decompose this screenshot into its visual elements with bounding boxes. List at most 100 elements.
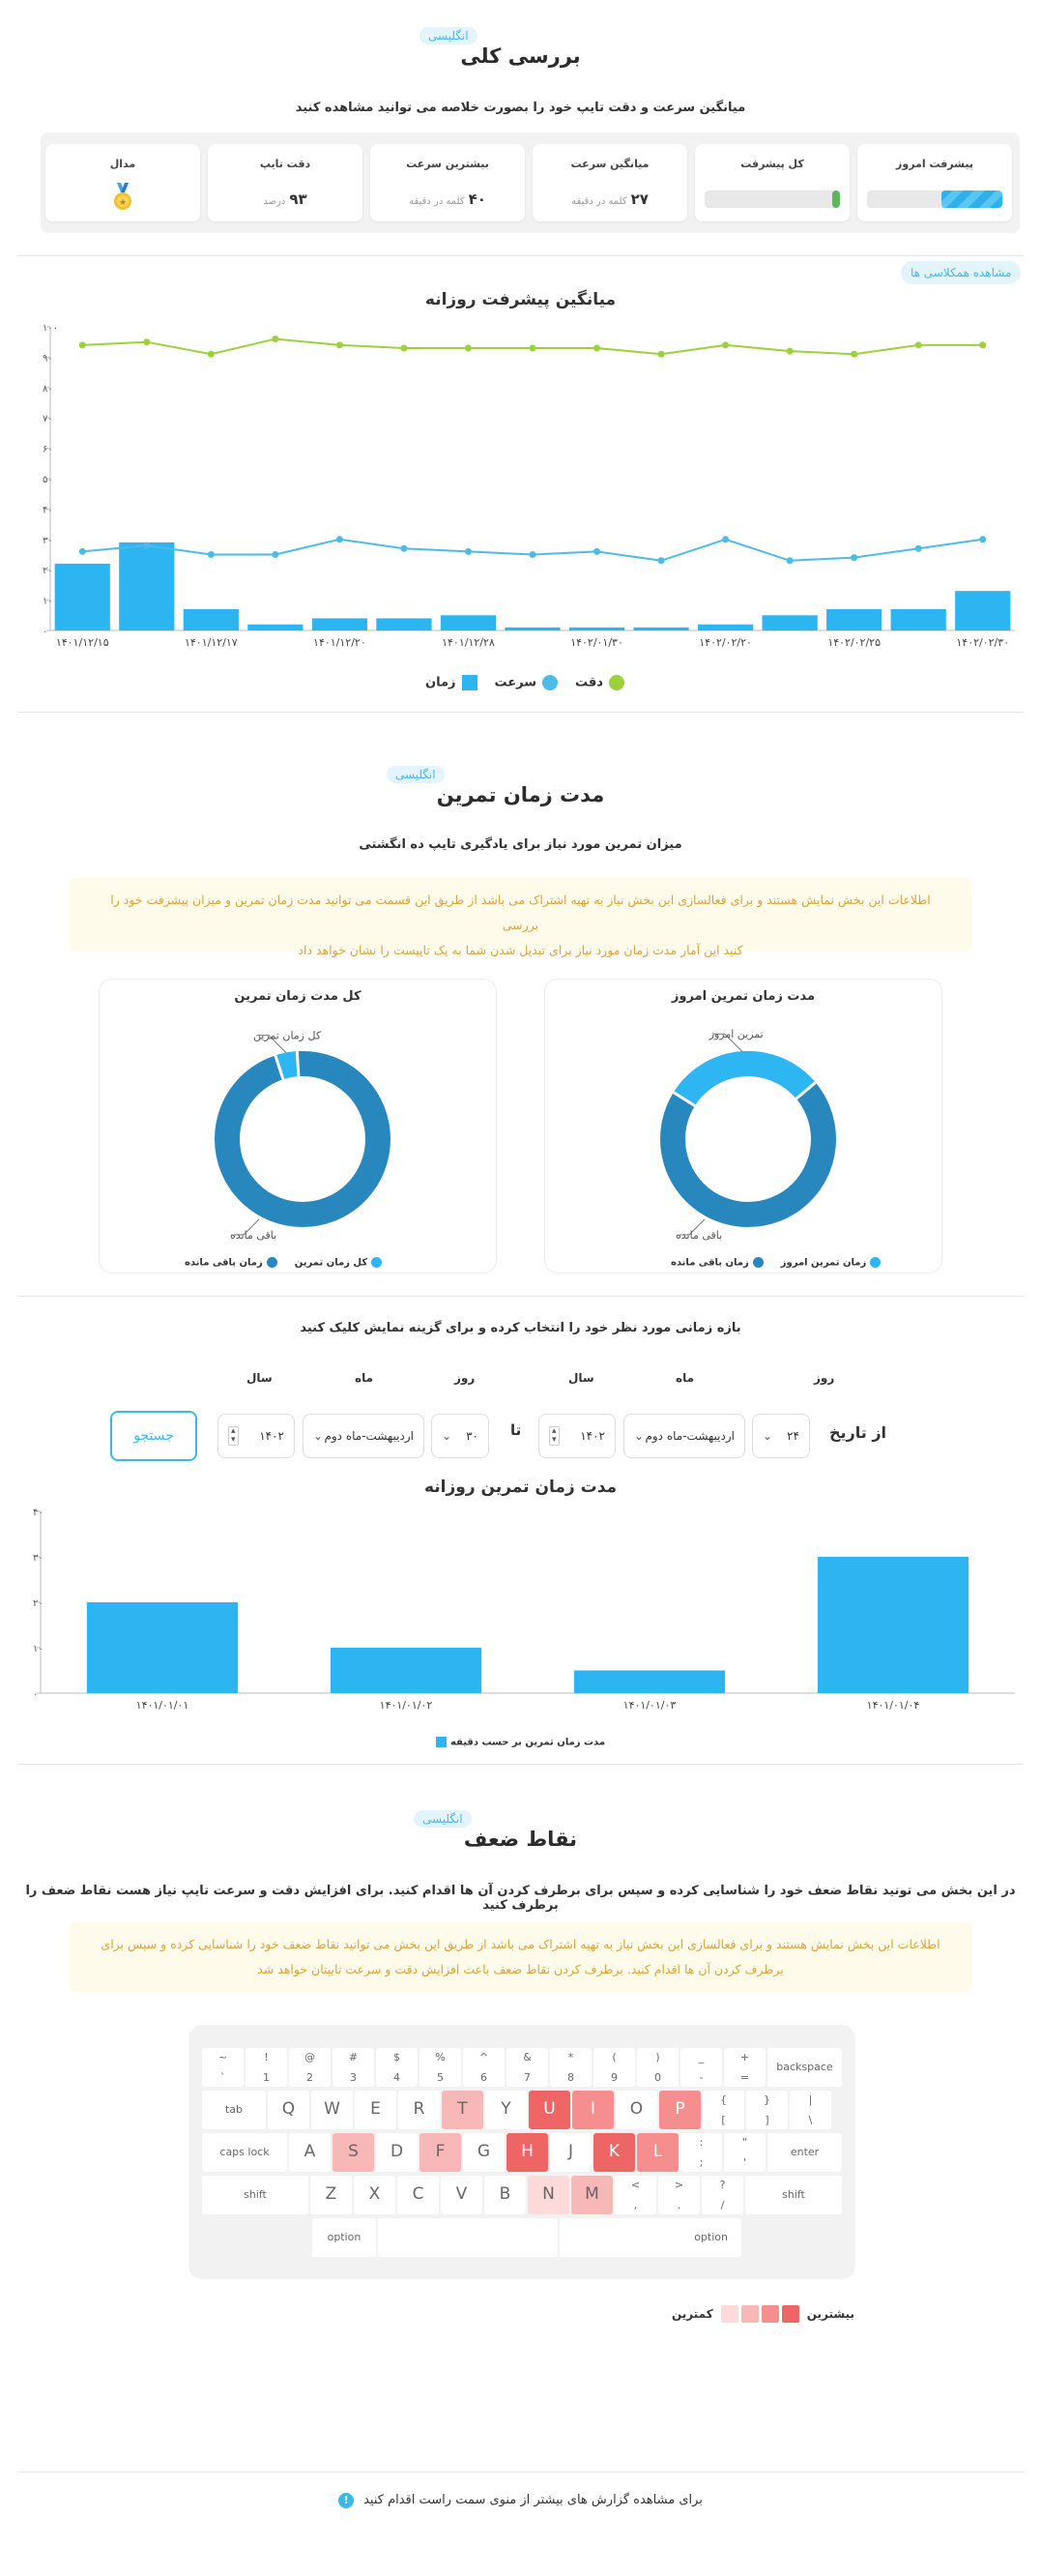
key-label: _: [698, 2051, 705, 2064]
total-progress-bar: [705, 190, 840, 208]
key[interactable]: * 8: [550, 2048, 592, 2087]
section-divider: [17, 1764, 1024, 1765]
key-b[interactable]: B: [484, 2176, 526, 2214]
key[interactable]: <,: [615, 2176, 656, 2214]
donut-label: باقی مانده: [676, 1229, 722, 1241]
key-h[interactable]: H: [506, 2133, 548, 2172]
key-f[interactable]: F: [419, 2133, 461, 2172]
speed-point: [979, 536, 987, 543]
stepper-icon[interactable]: ▴ ▾: [228, 1426, 239, 1446]
key-d[interactable]: D: [376, 2133, 418, 2172]
to-year-stepper[interactable]: ۱۴۰۲ ▴ ▾: [217, 1414, 295, 1458]
key-c[interactable]: C: [397, 2176, 439, 2214]
key[interactable]: >.: [658, 2176, 700, 2214]
space-key[interactable]: [378, 2218, 558, 2257]
key[interactable]: ^ 6: [463, 2048, 505, 2087]
key-q[interactable]: Q: [268, 2091, 309, 2129]
stepper-icon[interactable]: ▴ ▾: [549, 1426, 560, 1446]
y-tick-label: ۱۰۰: [43, 323, 58, 334]
speed-point: [657, 557, 665, 565]
key-label: U: [543, 2099, 556, 2119]
key-label: enter: [790, 2146, 820, 2158]
heat-most-label: بیشترین: [806, 2307, 854, 2321]
key-g[interactable]: G: [463, 2133, 505, 2172]
enter-key[interactable]: enter: [767, 2133, 842, 2172]
key[interactable]: | \: [790, 2091, 831, 2129]
key-w[interactable]: W: [311, 2091, 353, 2129]
y-tick-label: ۰: [43, 627, 47, 637]
key[interactable]: @2: [289, 2048, 331, 2087]
key[interactable]: + =: [724, 2048, 766, 2087]
key-s[interactable]: S: [333, 2133, 374, 2172]
key[interactable]: % 5: [419, 2048, 461, 2087]
max-speed-card: بیشترین سرعت ۴۰کلمه در دقیقه: [370, 144, 525, 221]
total-progress-card: کل پیشرفت: [695, 144, 850, 221]
key[interactable]: " ': [724, 2133, 766, 2172]
from-day-select[interactable]: ۲۴ ⌄: [752, 1414, 810, 1458]
daily-time-chart: ۰ ۱۰ ۲۰ ۳۰ ۴۰ ۱۴۰۱/۰۱/۰۱ ۱۴۰۱/۰۱/۰۲ ۱۴۰۱/۰۱/۰۳ ۱…: [33, 1508, 1015, 1712]
key-o[interactable]: O: [616, 2091, 657, 2129]
shift-left-key[interactable]: shift: [202, 2176, 308, 2214]
search-button[interactable]: جستجو: [110, 1411, 197, 1461]
key-i[interactable]: I: [572, 2091, 614, 2129]
to-day-select[interactable]: ۳۰ ⌄: [431, 1414, 489, 1458]
key[interactable]: ? /: [702, 2176, 743, 2214]
key-j[interactable]: J: [550, 2133, 592, 2172]
from-year-stepper[interactable]: ۱۴۰۲ ▴ ▾: [538, 1414, 616, 1458]
tab-key[interactable]: tab: [202, 2091, 266, 2129]
practice-time-info: اطلاعات این بخش نمایش هستند و برای فعالس…: [70, 878, 971, 957]
key-m[interactable]: M: [571, 2176, 613, 2214]
key-y[interactable]: Y: [485, 2091, 527, 2129]
time-bar: [633, 627, 689, 630]
key[interactable]: :;: [680, 2133, 722, 2172]
key-u[interactable]: U: [529, 2091, 570, 2129]
key[interactable]: ~ `: [202, 2048, 244, 2087]
caps-lock-key[interactable]: caps lock: [202, 2133, 287, 2172]
option-left-key[interactable]: option: [312, 2218, 376, 2257]
weak-points-info: اطلاعات این بخش نمایش هستند و برای فعالس…: [70, 1922, 971, 1992]
key[interactable]: & 7: [506, 2048, 548, 2087]
key-a[interactable]: A: [289, 2133, 331, 2172]
weak-points-title: نقاط ضعف: [463, 1828, 578, 1851]
option-right-key[interactable]: option: [560, 2218, 741, 2257]
speed-point: [914, 544, 922, 552]
key[interactable]: ) 0: [637, 2048, 679, 2087]
from-month-select[interactable]: اردیبهشت-ماه دوم ⌄: [623, 1414, 745, 1458]
key[interactable]: #3: [333, 2048, 374, 2087]
key[interactable]: $4: [376, 2048, 418, 2087]
key-label: :: [699, 2136, 704, 2149]
arc-gap: [295, 1051, 301, 1077]
key-k[interactable]: K: [593, 2133, 635, 2172]
key[interactable]: (9: [593, 2048, 635, 2087]
key-e[interactable]: E: [355, 2091, 396, 2129]
key[interactable]: ! 1: [246, 2048, 287, 2087]
key[interactable]: }]: [746, 2091, 788, 2129]
key-label: .: [677, 2199, 681, 2211]
key-label: ]: [765, 2114, 769, 2126]
key-label: R: [413, 2099, 425, 2119]
x-tick-label: ۱۴۰۱/۱۲/۱۵: [56, 636, 109, 649]
language-badge: انگلیسی: [387, 766, 445, 783]
legend-remaining: زمان باقی مانده: [185, 1257, 277, 1269]
time-bar: [119, 542, 175, 630]
key-n[interactable]: N: [528, 2176, 569, 2214]
key-x[interactable]: X: [354, 2176, 395, 2214]
to-month-select[interactable]: اردیبهشت-ماه دوم ⌄: [303, 1414, 424, 1458]
key[interactable]: _ -: [680, 2048, 722, 2087]
y-tick-label: ۵۰: [43, 475, 53, 485]
key-z[interactable]: Z: [310, 2176, 352, 2214]
key-t[interactable]: T: [442, 2091, 483, 2129]
key[interactable]: {[: [703, 2091, 744, 2129]
key-label: {: [720, 2093, 727, 2106]
key-l[interactable]: L: [637, 2133, 679, 2172]
shift-right-key[interactable]: shift: [745, 2176, 842, 2214]
key-label: `: [219, 2071, 226, 2084]
key-r[interactable]: R: [398, 2091, 440, 2129]
backspace-key[interactable]: backspace: [767, 2048, 842, 2087]
key-p[interactable]: P: [659, 2091, 701, 2129]
see-classmates-button[interactable]: مشاهده همکلاسی ها: [901, 261, 1022, 284]
legend-today: زمان تمرین امروز: [781, 1257, 882, 1269]
heat-swatch: [740, 2305, 759, 2323]
key-v[interactable]: V: [441, 2176, 482, 2214]
info-line: برطرف کردن آن ها اقدام کنید. برطرف کردن …: [257, 1962, 784, 1976]
